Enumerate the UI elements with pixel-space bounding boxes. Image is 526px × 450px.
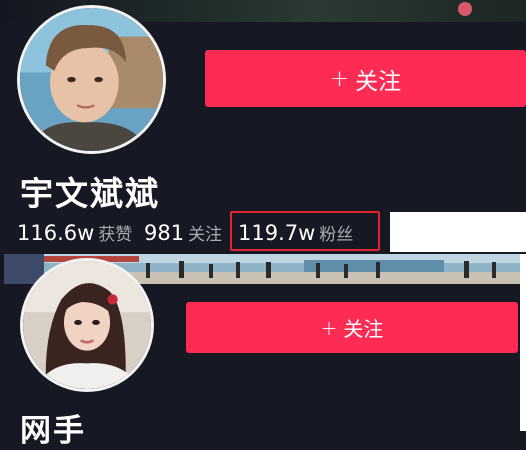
follow-button[interactable]: + 关注 xyxy=(186,302,518,353)
avatar[interactable] xyxy=(17,5,166,154)
highlight-annotation xyxy=(230,211,380,251)
follow-button-label: 关注 xyxy=(343,317,384,341)
avatar[interactable] xyxy=(20,258,154,392)
stat-value: 981 xyxy=(144,221,185,245)
stat-value: 116.6w xyxy=(17,221,95,245)
profile-name: 网手 xyxy=(20,413,86,449)
stat-label: 关注 xyxy=(188,225,223,245)
stat-likes: 116.6w 获赞 xyxy=(17,220,132,245)
follow-button-label: 关注 xyxy=(355,68,402,95)
follow-button[interactable]: + 关注 xyxy=(205,50,526,107)
overlay-block xyxy=(520,254,526,431)
overlay-block xyxy=(390,212,526,252)
cover-decoration xyxy=(458,2,472,16)
profile-name: 宇文斌斌 xyxy=(20,174,160,213)
stat-label: 获赞 xyxy=(98,225,133,245)
stat-following[interactable]: 981 关注 xyxy=(144,220,222,245)
plus-icon: + xyxy=(320,315,338,340)
plus-icon: + xyxy=(329,65,350,92)
